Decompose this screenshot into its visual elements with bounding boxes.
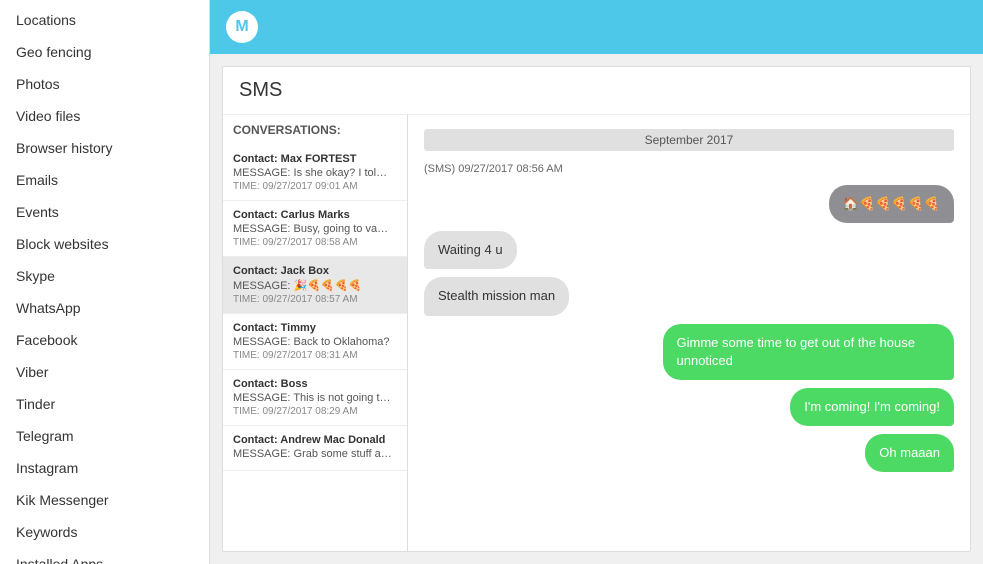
sidebar-item-block-websites[interactable]: Block websites <box>0 228 209 260</box>
conv-message-preview: MESSAGE: This is not going to happen! <box>233 392 393 404</box>
sms-meta: (SMS) 09/27/2017 08:56 AM <box>424 163 954 175</box>
chat-bubble: Waiting 4 u <box>424 231 517 269</box>
conv-time: TIME: 09/27/2017 08:57 AM <box>233 294 397 305</box>
sidebar-item-telegram[interactable]: Telegram <box>0 420 209 452</box>
sidebar-item-emails[interactable]: Emails <box>0 164 209 196</box>
conversations-list: CONVERSATIONS: Contact: Max FORTEST MESSA… <box>223 115 408 551</box>
sidebar-item-events[interactable]: Events <box>0 196 209 228</box>
date-separator: September 2017 <box>424 129 954 151</box>
chat-bubble: Gimme some time to get out of the house … <box>663 324 955 380</box>
conv-message-preview: MESSAGE: Busy, going to vacation <box>233 223 393 235</box>
chat-bubble: Stealth mission man <box>424 277 569 315</box>
conversation-item[interactable]: Contact: Timmy MESSAGE: Back to Oklahoma?… <box>223 314 407 370</box>
sidebar-item-kik-messenger[interactable]: Kik Messenger <box>0 484 209 516</box>
conv-message-preview: MESSAGE: Grab some stuff and I'll meet <box>233 448 393 460</box>
conv-time: TIME: 09/27/2017 08:58 AM <box>233 237 397 248</box>
conv-time: TIME: 09/27/2017 09:01 AM <box>233 181 397 192</box>
sidebar-item-geo-fencing[interactable]: Geo fencing <box>0 36 209 68</box>
main-content: M SMS CONVERSATIONS: Contact: Max FORTES… <box>210 0 983 564</box>
sidebar: LocationsGeo fencingPhotosVideo filesBro… <box>0 0 210 564</box>
sidebar-item-tinder[interactable]: Tinder <box>0 388 209 420</box>
conv-time: TIME: 09/27/2017 08:31 AM <box>233 350 397 361</box>
sidebar-item-video-files[interactable]: Video files <box>0 100 209 132</box>
sidebar-item-locations[interactable]: Locations <box>0 4 209 36</box>
chat-bubble: 🏠🍕🍕🍕🍕🍕 <box>829 185 954 223</box>
sidebar-item-facebook[interactable]: Facebook <box>0 324 209 356</box>
sidebar-item-keywords[interactable]: Keywords <box>0 516 209 548</box>
conv-contact-name: Contact: Timmy <box>233 322 397 334</box>
chat-bubble: I'm coming! I'm coming! <box>790 388 954 426</box>
conversations-header: CONVERSATIONS: <box>223 115 407 145</box>
sidebar-item-browser-history[interactable]: Browser history <box>0 132 209 164</box>
sidebar-item-instagram[interactable]: Instagram <box>0 452 209 484</box>
conv-contact-name: Contact: Carlus Marks <box>233 209 397 221</box>
conversation-item[interactable]: Contact: Boss MESSAGE: This is not going … <box>223 370 407 426</box>
chat-bubble: Oh maaan <box>865 434 954 472</box>
conv-contact-name: Contact: Andrew Mac Donald <box>233 434 397 446</box>
conversation-item[interactable]: Contact: Max FORTEST MESSAGE: Is she okay… <box>223 145 407 201</box>
sms-body: CONVERSATIONS: Contact: Max FORTEST MESSA… <box>223 115 970 551</box>
conv-contact-name: Contact: Max FORTEST <box>233 153 397 165</box>
topbar-logo: M <box>226 11 258 43</box>
conv-contact-name: Contact: Jack Box <box>233 265 397 277</box>
conv-message-preview: MESSAGE: Is she okay? I told her that t.… <box>233 167 393 179</box>
conversation-item[interactable]: Contact: Andrew Mac Donald MESSAGE: Grab … <box>223 426 407 471</box>
sms-title: SMS <box>223 67 970 115</box>
conversation-item[interactable]: Contact: Carlus Marks MESSAGE: Busy, goin… <box>223 201 407 257</box>
conv-time: TIME: 09/27/2017 08:29 AM <box>233 406 397 417</box>
sidebar-item-photos[interactable]: Photos <box>0 68 209 100</box>
sidebar-item-skype[interactable]: Skype <box>0 260 209 292</box>
sidebar-item-whatsapp[interactable]: WhatsApp <box>0 292 209 324</box>
conv-message-preview: MESSAGE: Back to Oklahoma? <box>233 336 393 348</box>
chat-area: September 2017 (SMS) 09/27/2017 08:56 AM 🏠… <box>408 115 970 551</box>
sidebar-item-viber[interactable]: Viber <box>0 356 209 388</box>
conv-contact-name: Contact: Boss <box>233 378 397 390</box>
topbar: M <box>210 0 983 54</box>
conv-message-preview: MESSAGE: 🎉🍕🍕🍕🍕 <box>233 279 393 292</box>
sidebar-item-installed-apps[interactable]: Installed Apps <box>0 548 209 564</box>
sms-panel: SMS CONVERSATIONS: Contact: Max FORTEST M… <box>222 66 971 552</box>
conversation-item[interactable]: Contact: Jack Box MESSAGE: 🎉🍕🍕🍕🍕 TIME: 09/… <box>223 257 407 314</box>
